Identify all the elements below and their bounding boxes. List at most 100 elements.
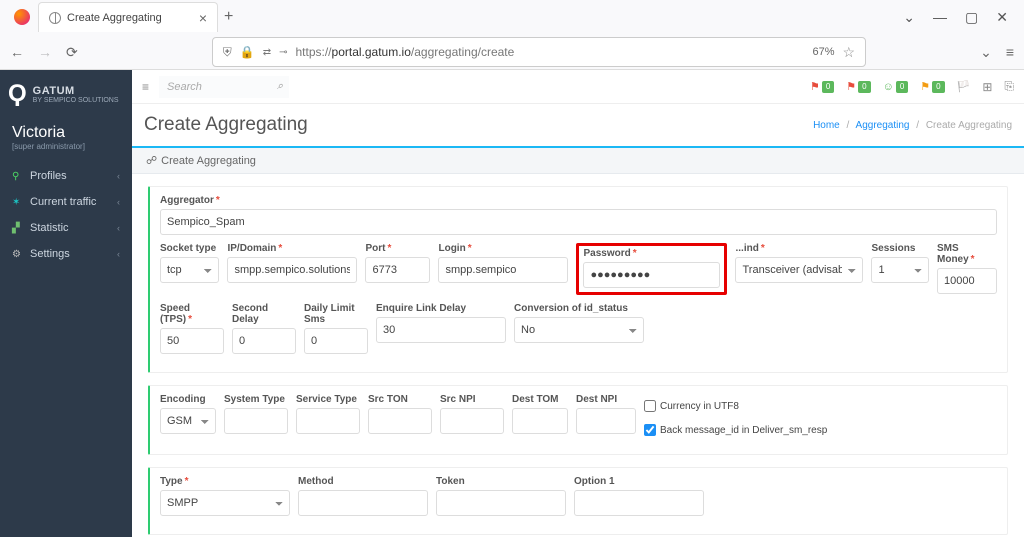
chevron-left-icon: ‹ xyxy=(117,197,120,207)
tab-title: Create Aggregating xyxy=(67,12,162,24)
key-icon: ⊸ xyxy=(279,47,287,58)
sessions-select[interactable]: 1 xyxy=(871,257,929,283)
ip-domain-input[interactable] xyxy=(227,257,357,283)
brand-name: GATUM xyxy=(33,85,119,97)
status-indicator[interactable]: ☺0 xyxy=(883,81,909,93)
permissions-icon: ⇄ xyxy=(263,47,271,58)
daily-limit-input[interactable] xyxy=(304,328,368,354)
sidebar-item-settings[interactable]: ⚙ Settings ‹ xyxy=(0,241,132,267)
breadcrumb-current: Create Aggregating xyxy=(926,120,1012,131)
menu-toggle-icon[interactable]: ≡ xyxy=(142,80,149,94)
bookmark-icon[interactable]: ☆ xyxy=(843,44,856,61)
src-npi-input[interactable] xyxy=(440,408,504,434)
breadcrumb-aggregating[interactable]: Aggregating xyxy=(856,120,910,131)
logout-icon[interactable]: ⎘ xyxy=(1004,79,1014,94)
sidebar-item-traffic[interactable]: ✶ Current traffic ‹ xyxy=(0,189,132,215)
brand-byline: BY SEMPICO SOLUTIONS xyxy=(33,97,119,104)
enquire-link-input[interactable] xyxy=(376,317,506,343)
back-msg-checkbox[interactable] xyxy=(644,424,656,436)
search-placeholder: Search xyxy=(167,81,202,93)
reload-button[interactable]: ⟳ xyxy=(66,44,78,61)
bind-select[interactable]: Transceiver (advisable) xyxy=(735,257,863,283)
network-icon: ☍ xyxy=(146,154,157,167)
label-src-npi: Src NPI xyxy=(440,394,504,405)
forward-button[interactable]: → xyxy=(38,44,52,60)
dest-npi-input[interactable] xyxy=(576,408,636,434)
system-type-input[interactable] xyxy=(224,408,288,434)
label-service-type: Service Type xyxy=(296,394,360,405)
firefox-icon xyxy=(14,9,30,25)
label-port: Port* xyxy=(365,243,430,254)
breadcrumb-home[interactable]: Home xyxy=(813,120,840,131)
new-tab-button[interactable]: + xyxy=(224,8,233,26)
type-select[interactable]: SMPP xyxy=(160,490,290,516)
sidebar-item-statistic[interactable]: ▞ Statistic ‹ xyxy=(0,215,132,241)
method-input[interactable] xyxy=(298,490,428,516)
label-currency-utf8: Currency in UTF8 xyxy=(660,401,739,412)
token-input[interactable] xyxy=(436,490,566,516)
label-method: Method xyxy=(298,476,428,487)
minimize-button[interactable]: — xyxy=(933,9,947,26)
close-window-button[interactable]: ✕ xyxy=(996,9,1008,26)
browser-tab[interactable]: Create Aggregating × xyxy=(38,2,218,32)
label-dest-npi: Dest NPI xyxy=(576,394,636,405)
chevron-down-icon[interactable]: ⌄ xyxy=(903,9,915,26)
password-input[interactable] xyxy=(583,262,720,288)
traffic-icon: ✶ xyxy=(12,197,24,208)
label-option1: Option 1 xyxy=(574,476,704,487)
dest-tom-input[interactable] xyxy=(512,408,568,434)
id-status-select[interactable]: No xyxy=(514,317,644,343)
tab-close-icon[interactable]: × xyxy=(199,10,207,26)
breadcrumb: Home / Aggregating / Create Aggregating xyxy=(813,120,1012,131)
back-button[interactable]: ← xyxy=(10,44,24,60)
url-text: https://portal.gatum.io/aggregating/crea… xyxy=(295,45,514,59)
label-enquire-link: Enquire Link Delay xyxy=(376,303,506,314)
chevron-left-icon: ‹ xyxy=(117,249,120,259)
status-indicator[interactable]: ⚑0 xyxy=(920,80,944,93)
status-indicator[interactable]: ⚑0 xyxy=(846,80,870,93)
label-login: Login* xyxy=(438,243,568,254)
sidebar-item-profiles[interactable]: ⚲ Profiles ‹ xyxy=(0,163,132,189)
users-icon: ⚲ xyxy=(12,171,24,182)
pocket-icon[interactable]: ⌄ xyxy=(980,44,992,61)
service-type-input[interactable] xyxy=(296,408,360,434)
option1-input[interactable] xyxy=(574,490,704,516)
label-id-status: Conversion of id_status xyxy=(514,303,644,314)
status-indicator[interactable]: ⚑0 xyxy=(810,80,834,93)
sidebar-item-label: Settings xyxy=(30,248,70,260)
speed-input[interactable] xyxy=(160,328,224,354)
encoding-select[interactable]: GSM xyxy=(160,408,216,434)
panel-sub-title: Create Aggregating xyxy=(161,155,256,167)
label-back-msg: Back message_id in Deliver_sm_resp xyxy=(660,425,827,436)
second-delay-input[interactable] xyxy=(232,328,296,354)
chevron-left-icon: ‹ xyxy=(117,171,120,181)
label-aggregator: Aggregator* xyxy=(160,195,997,206)
address-bar[interactable]: ⛨ 🔒 ⇄ ⊸ https://portal.gatum.io/aggregat… xyxy=(212,37,866,67)
sidebar-item-label: Statistic xyxy=(30,222,69,234)
socket-type-select[interactable]: tcp xyxy=(160,257,219,283)
label-password: Password* xyxy=(583,248,720,259)
label-encoding: Encoding xyxy=(160,394,216,405)
port-input[interactable] xyxy=(365,257,430,283)
search-input[interactable]: Search ⌕ xyxy=(159,76,289,98)
label-system-type: System Type xyxy=(224,394,288,405)
gear-icon: ⚙ xyxy=(12,249,24,260)
label-sms-money: SMS Money* xyxy=(937,243,997,265)
label-src-ton: Src TON xyxy=(368,394,432,405)
currency-utf8-checkbox[interactable] xyxy=(644,400,656,412)
label-type: Type* xyxy=(160,476,290,487)
src-ton-input[interactable] xyxy=(368,408,432,434)
aggregator-input[interactable] xyxy=(160,209,997,235)
zoom-level[interactable]: 67% xyxy=(813,46,835,58)
flag-icon[interactable]: 🏳️ xyxy=(957,80,971,93)
sms-money-input[interactable] xyxy=(937,268,997,294)
label-bind: ...ind* xyxy=(735,243,863,254)
grid-icon[interactable]: ⊞ xyxy=(982,80,992,94)
brand-logo-icon: Ϙ xyxy=(8,80,27,108)
page-title: Create Aggregating xyxy=(144,114,308,136)
login-input[interactable] xyxy=(438,257,568,283)
lock-icon: 🔒 xyxy=(240,45,255,59)
maximize-button[interactable]: ▢ xyxy=(965,9,978,26)
label-second-delay: Second Delay xyxy=(232,303,296,325)
app-menu-icon[interactable]: ≡ xyxy=(1006,44,1014,60)
